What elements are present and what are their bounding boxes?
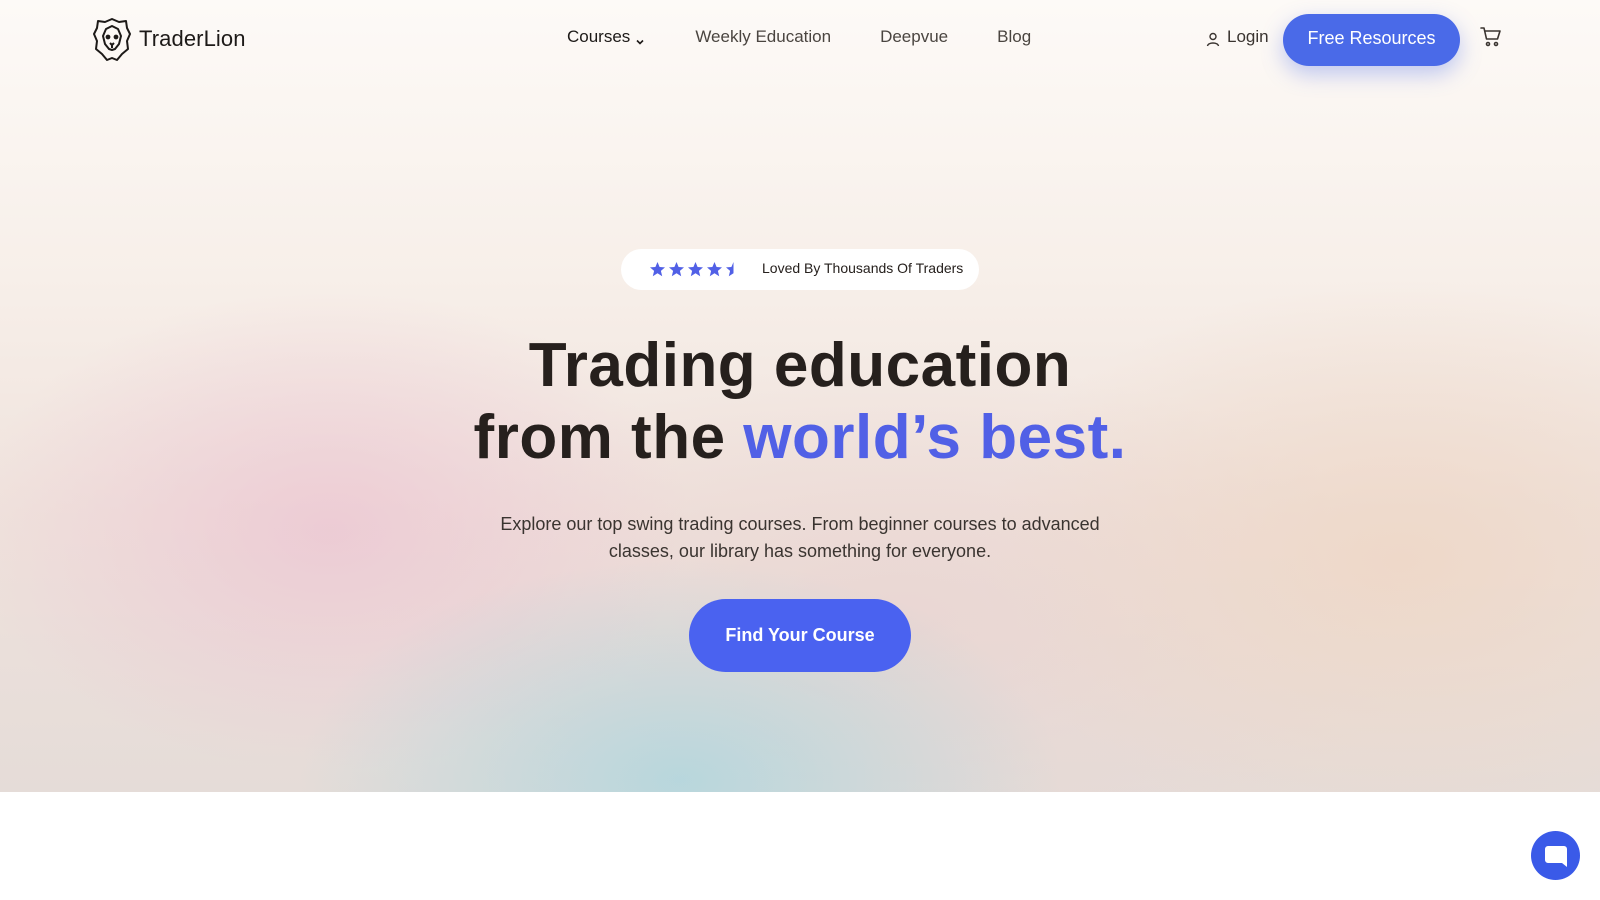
nav-item-label: Weekly Education	[695, 27, 832, 46]
lion-head-icon	[93, 17, 131, 61]
nav-item-label: Deepvue	[880, 27, 949, 46]
headline-line-2-prefix: from the	[473, 403, 744, 472]
rating-text: Loved By Thousands Of Traders	[762, 260, 964, 276]
cart-icon[interactable]	[1480, 26, 1502, 48]
login-label: Login	[1227, 27, 1269, 46]
chevron-down-icon	[634, 33, 646, 45]
star-icon	[688, 262, 703, 277]
chat-launcher-button[interactable]	[1531, 831, 1580, 880]
headline-accent: world’s best.	[743, 403, 1127, 472]
find-your-course-button[interactable]: Find Your Course	[689, 599, 911, 672]
subtitle-line-2: classes, our library has something for e…	[608, 541, 992, 561]
star-icon	[669, 262, 684, 277]
chat-bubble-icon	[1544, 845, 1567, 867]
subtitle-line-1: Explore our top swing trading courses. F…	[500, 514, 1100, 534]
nav-item-blog[interactable]: Blog	[997, 27, 1031, 47]
star-icon	[650, 262, 665, 277]
headline-line-1: Trading education	[528, 331, 1072, 400]
login-link[interactable]: Login	[1205, 27, 1269, 47]
free-resources-button[interactable]: Free Resources	[1283, 14, 1460, 66]
brand-logo[interactable]: TraderLion	[93, 17, 246, 61]
site-header: TraderLion Courses Weekly Education Deep…	[0, 0, 1600, 80]
rating-stars	[649, 261, 744, 278]
hero-subtitle: Explore our top swing trading courses. F…	[0, 511, 1600, 565]
nav-item-label: Courses	[567, 27, 631, 46]
hero-headline: Trading education from the world’s best.	[0, 330, 1600, 474]
rating-badge: Loved By Thousands Of Traders	[621, 249, 979, 290]
nav-item-weekly-education[interactable]: Weekly Education	[695, 27, 831, 47]
nav-item-courses[interactable]: Courses	[567, 27, 646, 47]
main-nav: Courses Weekly Education Deepvue Blog	[567, 27, 1080, 47]
nav-item-deepvue[interactable]: Deepvue	[880, 27, 948, 47]
nav-item-label: Blog	[997, 27, 1032, 46]
half-star-icon	[726, 262, 734, 277]
brand-name: TraderLion	[139, 26, 246, 51]
user-icon	[1206, 32, 1220, 46]
star-icon	[707, 262, 722, 277]
